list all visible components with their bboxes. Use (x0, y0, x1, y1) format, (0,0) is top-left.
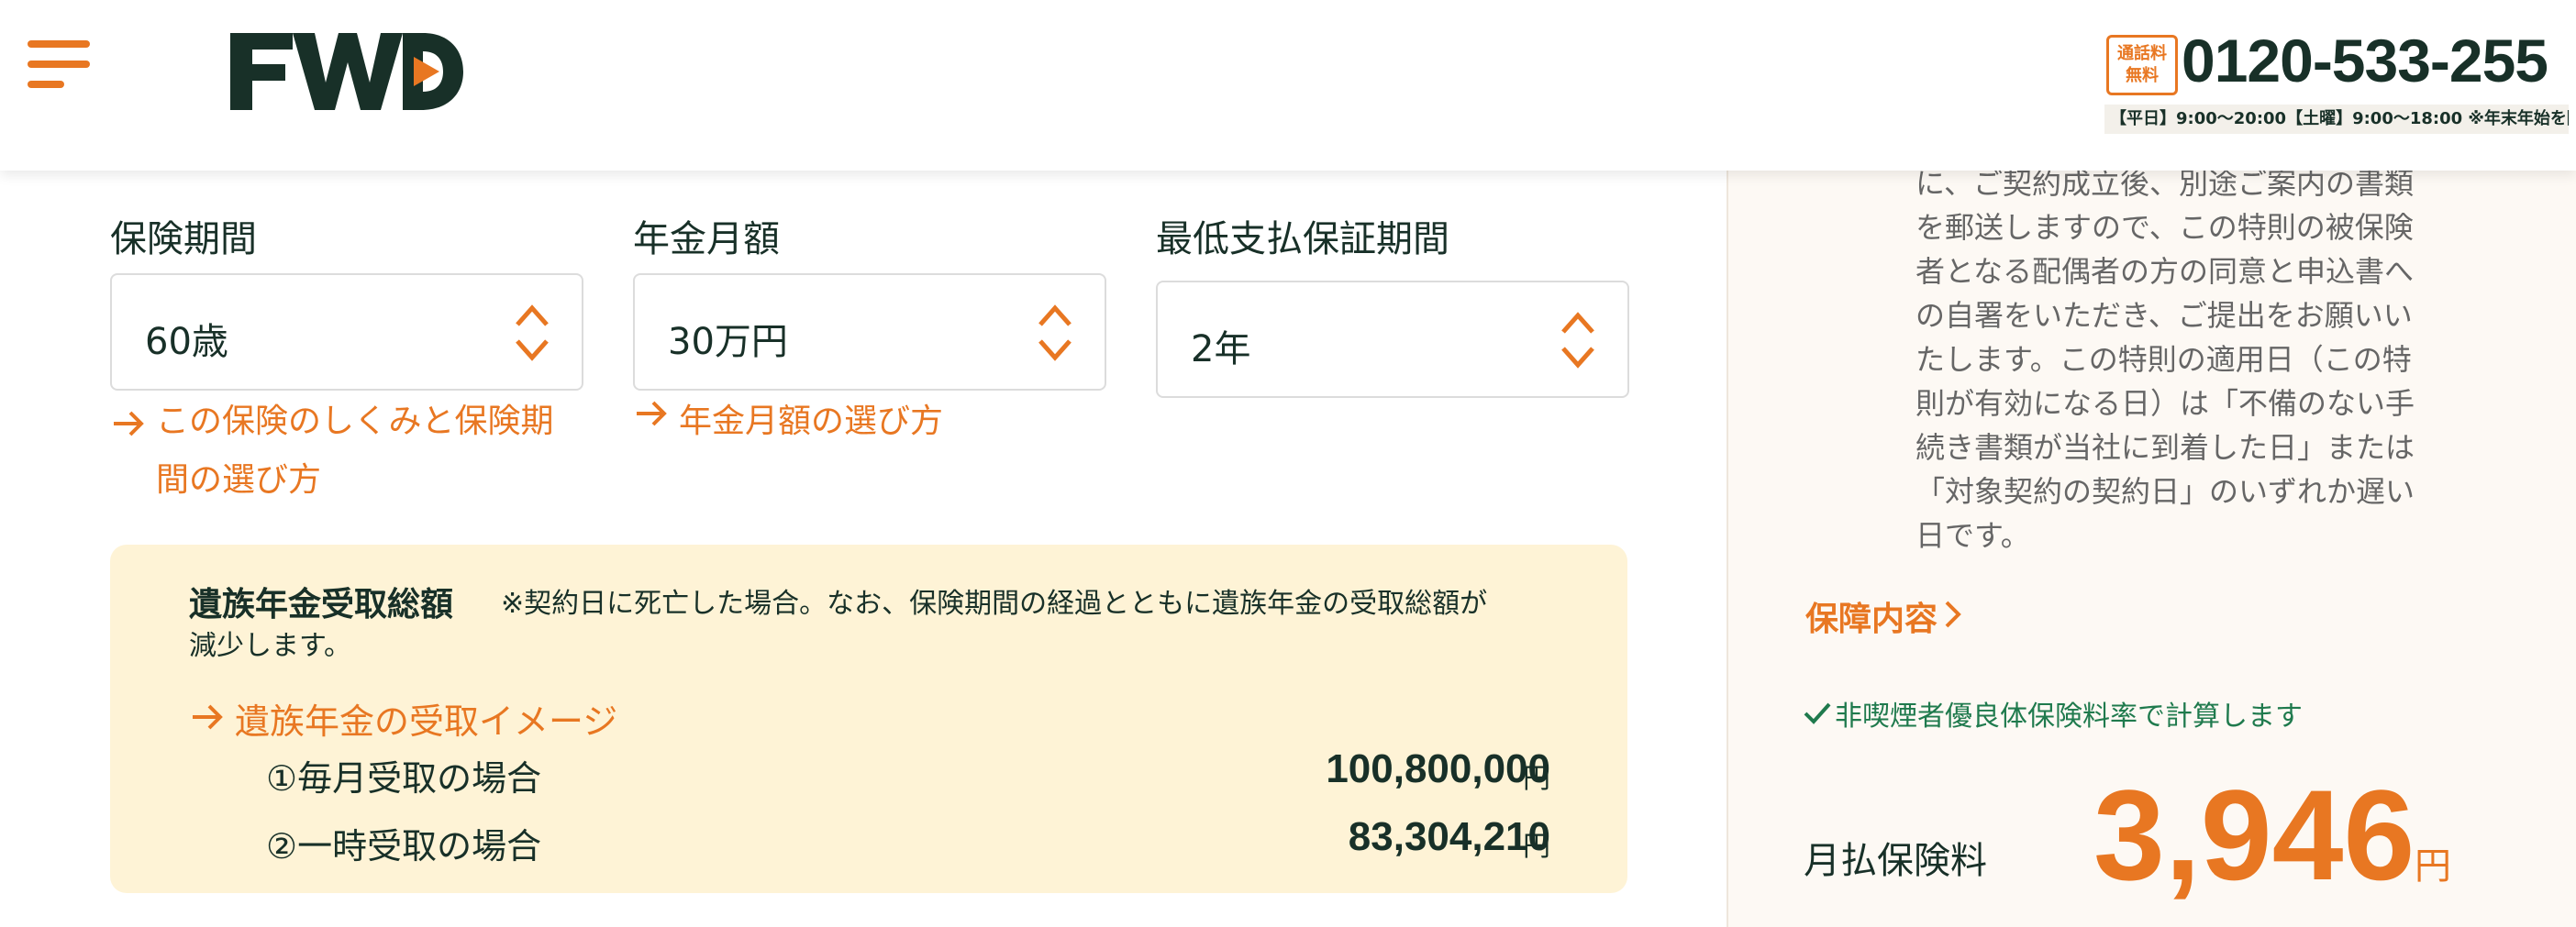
monthly-premium-unit: 円 (2415, 845, 2451, 888)
phone-number[interactable]: 0120-533-255 (2182, 26, 2548, 95)
insurance-period-value: 60歳 (145, 321, 228, 363)
annuity-monthly-select[interactable]: 30万円 (633, 273, 1106, 391)
non-smoker-rate-note: 非喫煙者優良体保険料率で計算します (1804, 693, 2303, 734)
arrow-right-icon (110, 392, 156, 510)
monthly-premium-label: 月払保険料 (1804, 840, 1987, 882)
lumpsum-receipt-label: ②一時受取の場合 (266, 826, 542, 866)
min-guarantee-label: 最低支払保証期間 (1156, 218, 1449, 260)
arrow-right-icon (633, 392, 679, 451)
min-guarantee-select[interactable]: 2年 (1156, 281, 1629, 398)
monthly-receipt-label: ①毎月受取の場合 (266, 758, 542, 799)
annuity-monthly-label: 年金月額 (633, 218, 780, 260)
site-header: 通話料 無料 0120-533-255 【平日】9:00～20:00【土曜】9:… (0, 0, 2576, 171)
arrow-right-icon (189, 697, 235, 742)
updown-chevron-icon (1560, 310, 1596, 370)
toll-free-badge: 通話料 無料 (2106, 35, 2178, 95)
business-hours: 【平日】9:00～20:00【土曜】9:00～18:00 ※年末年始を除く (2104, 105, 2569, 134)
monthly-receipt-value: 100,800,000 (1326, 746, 1550, 791)
insurance-period-label: 保険期間 (110, 218, 257, 260)
period-help-link[interactable]: この保険のしくみと保険期間の選び方 (110, 392, 587, 510)
insurance-period-select[interactable]: 60歳 (110, 273, 583, 391)
coverage-details-link[interactable]: 保障内容 (1805, 592, 1963, 640)
amount-help-link[interactable]: 年金月額の選び方 (633, 392, 943, 451)
hamburger-menu-icon[interactable] (28, 40, 92, 88)
monthly-receipt-unit: 円 (1523, 763, 1550, 795)
updown-chevron-icon (514, 303, 550, 363)
annuity-monthly-value: 30万円 (668, 321, 788, 363)
sidebar-notice-text: に、ご契約成立後、別途ご案内の書類を郵送しますので、この特則の被保険者となる配偶… (1915, 166, 2415, 553)
updown-chevron-icon (1037, 303, 1073, 363)
fwd-logo[interactable] (225, 29, 465, 114)
monthly-premium-value: 3,946 (2093, 763, 2415, 907)
annuity-total-note: ※契約日に死亡した場合。なお、保険期間の経過とともに遺族年金の受取総額が減少しま… (189, 588, 1488, 662)
lumpsum-receipt-unit: 円 (1523, 831, 1550, 863)
check-icon (1804, 701, 1835, 733)
annuity-image-link[interactable]: 遺族年金の受取イメージ (189, 693, 617, 744)
chevron-right-icon (1943, 599, 1963, 638)
min-guarantee-value: 2年 (1191, 328, 1251, 370)
lumpsum-receipt-value: 83,304,210 (1348, 814, 1550, 859)
